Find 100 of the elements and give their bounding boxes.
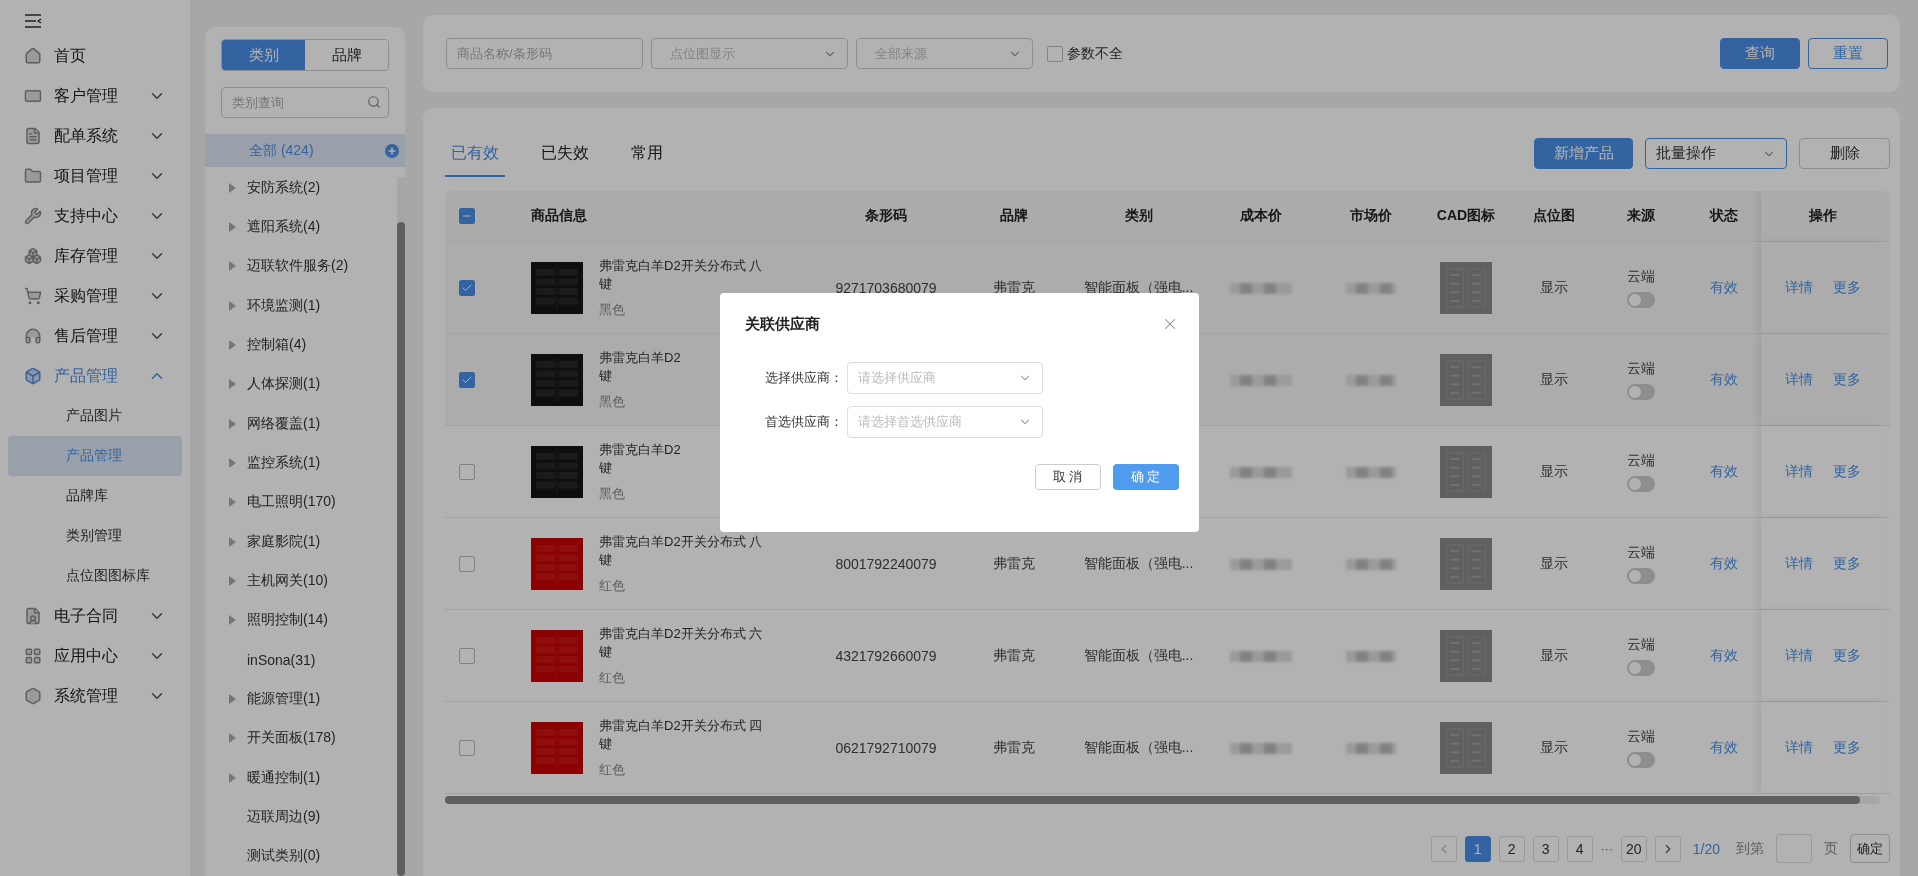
menu-item[interactable]: 应用中心	[0, 636, 190, 676]
delete-button[interactable]: 删除	[1799, 138, 1890, 169]
goto-label: 到第	[1736, 839, 1764, 858]
cancel-button[interactable]: 取 消	[1034, 464, 1101, 490]
tab[interactable]: 常用	[625, 130, 669, 177]
expand-arrow-icon[interactable]	[227, 418, 237, 429]
row-checkbox[interactable]	[459, 371, 475, 388]
column-header: 来源	[1627, 207, 1655, 225]
page-button[interactable]: 4	[1566, 835, 1593, 862]
page-button[interactable]: 3	[1532, 835, 1559, 862]
submenu-item[interactable]: 产品图片	[8, 396, 182, 436]
category-item[interactable]: 遮阳系统(4)	[205, 207, 397, 247]
tab[interactable]: 已失效	[535, 130, 595, 177]
expand-arrow-icon[interactable]	[227, 772, 237, 783]
checkbox[interactable]	[1047, 45, 1063, 62]
batch-select[interactable]: 批量操作	[1645, 138, 1787, 169]
column-header: 成本价	[1240, 207, 1282, 225]
table-cell: 显示	[1539, 646, 1568, 665]
expand-arrow-icon[interactable]	[227, 379, 237, 390]
toggle-switch[interactable]	[1627, 751, 1655, 768]
row-checkbox[interactable]	[459, 463, 475, 480]
menu-item[interactable]: 售后管理	[0, 316, 190, 356]
category-item[interactable]: 迈联软件服务(2)	[205, 246, 397, 286]
goto-button[interactable]: 确定	[1850, 834, 1890, 863]
table-cell: 弗雷克	[992, 278, 1035, 297]
prev-page-button[interactable]	[1430, 835, 1457, 862]
menu-item[interactable]: 系统管理	[0, 676, 190, 716]
category-item[interactable]: 监控系统(1)	[205, 443, 397, 483]
column-header: 市场价	[1350, 207, 1392, 225]
menu-icon[interactable]	[24, 14, 42, 28]
toggle-switch[interactable]	[1627, 291, 1655, 308]
menu-item-icon	[24, 207, 42, 225]
row-checkbox[interactable]	[459, 555, 475, 572]
expand-arrow-icon[interactable]	[227, 693, 237, 704]
submenu-item[interactable]: 类别管理	[8, 516, 182, 556]
submenu-item[interactable]: 点位图图标库	[8, 556, 182, 596]
row-checkbox[interactable]	[459, 647, 475, 664]
toggle-switch[interactable]	[1627, 383, 1655, 400]
page-input[interactable]	[1776, 834, 1812, 863]
category-item[interactable]: 安防系统(2)	[205, 168, 397, 208]
category-item[interactable]: 主机网关(10)	[205, 561, 397, 601]
page-button[interactable]: 20	[1620, 835, 1647, 862]
search-field[interactable]: 类别查询	[221, 87, 389, 118]
row-checkbox[interactable]	[459, 279, 475, 296]
table-cell: 8001792240079	[835, 555, 937, 572]
menu-item[interactable]: 项目管理	[0, 156, 190, 196]
category-item[interactable]: 电工照明(170)	[205, 482, 397, 522]
category-item[interactable]: 环境监测(1)	[205, 286, 397, 326]
next-page-button[interactable]	[1654, 835, 1681, 862]
column-header: CAD图标	[1436, 207, 1496, 225]
select-all-checkbox[interactable]	[459, 208, 475, 224]
category-item[interactable]: 暖通控制(1)	[205, 757, 397, 798]
column-header: 品牌	[999, 207, 1028, 225]
menu-item-icon	[24, 87, 42, 105]
page-info: 1/20	[1692, 840, 1720, 857]
category-item[interactable]: inSona(31)	[205, 639, 397, 680]
expand-arrow-icon[interactable]	[227, 575, 237, 586]
add-icon[interactable]	[385, 143, 399, 158]
scrollbar[interactable]	[445, 796, 1880, 804]
category-item[interactable]: 测试类别(0)	[205, 836, 397, 876]
category-item[interactable]: 能源管理(1)	[205, 679, 397, 719]
menu-item[interactable]: 库存管理	[0, 236, 190, 276]
scrollbar[interactable]	[397, 177, 405, 876]
category-item[interactable]: 开关面板(178)	[205, 718, 397, 758]
expand-arrow-icon[interactable]	[227, 733, 237, 744]
menu-item[interactable]: 电子合同	[0, 596, 190, 636]
table-cell: 显示	[1539, 738, 1568, 757]
blurred-price	[1230, 740, 1292, 755]
submenu-item[interactable]: 品牌库	[8, 476, 182, 516]
menu-item[interactable]: 配单系统	[0, 116, 190, 156]
menu-item-icon	[24, 607, 42, 625]
expand-arrow-icon[interactable]	[227, 497, 237, 508]
expand-arrow-icon[interactable]	[227, 536, 237, 547]
page-button[interactable]: 2	[1498, 835, 1525, 862]
keyword-field[interactable]: 商品名称/条形码	[446, 38, 643, 69]
toggle-switch[interactable]	[1627, 567, 1655, 584]
row-checkbox[interactable]	[459, 739, 475, 756]
expand-arrow-icon[interactable]	[227, 339, 237, 350]
category-item[interactable]: 网络覆盖(1)	[205, 403, 397, 444]
column-header: 类别	[1124, 207, 1153, 225]
category-item[interactable]: 家庭影院(1)	[205, 521, 397, 562]
menu-item[interactable]: 客户管理	[0, 76, 190, 116]
toggle-switch[interactable]	[1627, 475, 1655, 492]
expand-arrow-icon[interactable]	[227, 300, 237, 311]
expand-arrow-icon[interactable]	[227, 261, 237, 272]
expand-arrow-icon[interactable]	[227, 457, 237, 468]
product-color: 红色	[599, 576, 626, 595]
menu-item[interactable]: 采购管理	[0, 276, 190, 316]
expand-arrow-icon[interactable]	[227, 182, 237, 193]
category-item[interactable]: 照明控制(14)	[205, 600, 397, 640]
toggle-switch[interactable]	[1627, 659, 1655, 676]
blurred-price	[1346, 464, 1396, 479]
expand-arrow-icon[interactable]	[227, 222, 237, 232]
menu-item[interactable]: 首页	[0, 36, 190, 76]
category-item[interactable]: 控制箱(4)	[205, 325, 397, 365]
expand-arrow-icon[interactable]	[227, 615, 237, 626]
category-item[interactable]: 人体探测(1)	[205, 364, 397, 404]
category-item[interactable]: 迈联周边(9)	[205, 797, 397, 837]
page-gap: ···	[1600, 841, 1613, 856]
menu-item[interactable]: 支持中心	[0, 196, 190, 236]
